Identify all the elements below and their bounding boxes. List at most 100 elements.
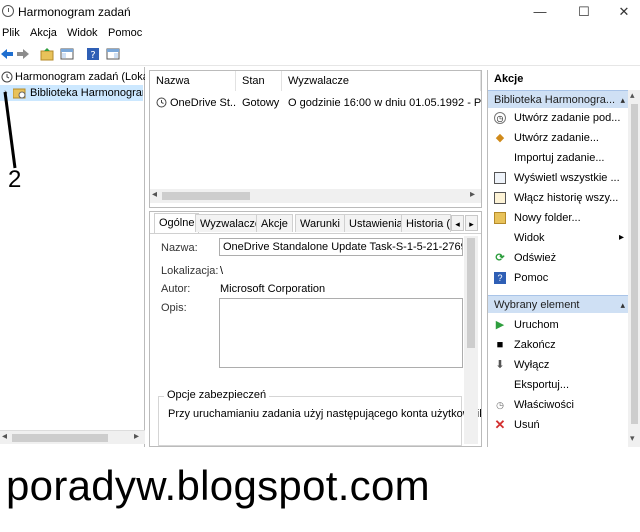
- close-button[interactable]: ✕: [604, 2, 640, 22]
- tree-horizontal-scrollbar[interactable]: ◂ ▸: [0, 430, 145, 444]
- details-vertical-scrollbar[interactable]: [464, 236, 478, 444]
- svg-text:?: ?: [90, 50, 95, 61]
- action-delete[interactable]: ✕ Usuń: [488, 415, 628, 435]
- scroll-down-icon[interactable]: ▾: [630, 433, 635, 444]
- tab-history[interactable]: Historia (w: [401, 214, 451, 232]
- action-label: Utwórz zadanie...: [514, 132, 599, 144]
- scroll-right-icon[interactable]: ▸: [470, 189, 475, 200]
- actions-vertical-scrollbar[interactable]: ▴ ▾: [628, 90, 640, 447]
- tree-scroll-thumb[interactable]: [12, 434, 108, 442]
- tab-settings[interactable]: Ustawienia: [344, 214, 408, 232]
- action-label: Odśwież: [514, 252, 557, 264]
- tab-scroll-left-icon[interactable]: ◂: [451, 215, 464, 231]
- location-value: \: [220, 265, 224, 277]
- scroll-right-icon[interactable]: ▸: [134, 431, 139, 442]
- column-status[interactable]: Stan: [236, 71, 282, 91]
- column-name[interactable]: Nazwa: [150, 71, 236, 91]
- action-label: Uruchom: [514, 319, 559, 331]
- list-window-icon: [494, 172, 506, 184]
- row-trigger: O godzinie 16:00 w dniu 01.05.1992 - Po …: [288, 97, 481, 109]
- action-new-folder[interactable]: Nowy folder...: [488, 208, 628, 228]
- column-triggers[interactable]: Wyzwalacze: [282, 71, 481, 91]
- location-label: Lokalizacja:: [161, 265, 219, 277]
- name-field[interactable]: OneDrive Standalone Update Task-S-1-5-21…: [219, 238, 463, 256]
- scroll-left-icon[interactable]: ◂: [152, 189, 157, 200]
- security-group: [158, 396, 462, 446]
- menu-bar: Plik Akcja Widok Pomoc: [0, 24, 640, 42]
- down-arrow-icon: ⬇: [495, 359, 505, 371]
- properties-clock-icon: ◷: [496, 400, 504, 410]
- tree-root[interactable]: Harmonogram zadań (Lokalny): [0, 69, 145, 85]
- history-log-icon: [494, 192, 506, 204]
- table-row[interactable]: OneDrive St... Gotowy O godzinie 16:00 w…: [150, 93, 481, 111]
- actions-header: Akcje: [494, 73, 524, 85]
- description-label: Opis:: [161, 302, 187, 314]
- scroll-left-icon[interactable]: ◂: [2, 431, 7, 442]
- action-import-task[interactable]: Importuj zadanie...: [488, 148, 628, 168]
- action-disable[interactable]: ⬇ Wyłącz: [488, 355, 628, 375]
- stop-icon: ■: [496, 339, 504, 351]
- action-label: Usuń: [514, 419, 540, 431]
- tree-root-label: Harmonogram zadań (Lokalny): [15, 71, 145, 83]
- show-hide-tree-icon[interactable]: [60, 47, 74, 61]
- action-enable-history[interactable]: Włącz historię wszy...: [488, 188, 628, 208]
- toolbar: ?: [0, 42, 640, 66]
- maximize-button[interactable]: ☐: [564, 2, 604, 22]
- minimize-button[interactable]: —: [520, 2, 560, 22]
- tab-scroll-right-icon[interactable]: ▸: [465, 215, 478, 231]
- watermark-text: poradyw.blogspot.com: [6, 462, 430, 509]
- section-library-label: Biblioteka Harmonogra...: [494, 94, 616, 106]
- row-status: Gotowy: [242, 97, 280, 109]
- action-help[interactable]: ? Pomoc: [488, 268, 628, 288]
- action-export[interactable]: Eksportuj...: [488, 375, 628, 395]
- tab-actions[interactable]: Akcje: [256, 214, 293, 232]
- task-icon: ◆: [495, 132, 505, 144]
- show-hide-actions-icon[interactable]: [106, 47, 120, 61]
- menu-file[interactable]: Plik: [2, 27, 20, 39]
- play-icon: ▶: [495, 319, 505, 331]
- action-label: Nowy folder...: [514, 212, 581, 224]
- action-create-basic-task[interactable]: ◷ Utwórz zadanie pod...: [488, 108, 628, 128]
- delete-x-icon: ✕: [494, 417, 506, 432]
- scroll-up-icon[interactable]: ▴: [630, 90, 635, 101]
- help-icon[interactable]: ?: [86, 47, 100, 61]
- tab-conditions[interactable]: Warunki: [295, 214, 345, 232]
- clock-wand-icon: ◷: [494, 112, 506, 124]
- menu-help[interactable]: Pomoc: [108, 27, 142, 39]
- action-run[interactable]: ▶ Uruchom: [488, 315, 628, 335]
- section-selected-item[interactable]: Wybrany element ▴: [488, 295, 628, 313]
- collapse-arrow-icon[interactable]: ▴: [620, 91, 625, 108]
- folder-icon: [494, 212, 506, 224]
- forward-arrow-icon[interactable]: [16, 47, 30, 61]
- description-field[interactable]: [219, 298, 463, 368]
- list-horizontal-scrollbar[interactable]: ◂ ▸: [150, 189, 481, 203]
- section-library[interactable]: Biblioteka Harmonogra... ▴: [488, 90, 628, 108]
- security-group-title: Opcje zabezpieczeń: [164, 389, 270, 401]
- action-properties[interactable]: ◷ Właściwości: [488, 395, 628, 415]
- action-label: Importuj zadanie...: [514, 152, 605, 164]
- author-value: Microsoft Corporation: [220, 283, 326, 295]
- section-selected-label: Wybrany element: [494, 299, 580, 311]
- tab-divider: [150, 233, 481, 234]
- action-create-task[interactable]: ◆ Utwórz zadanie...: [488, 128, 628, 148]
- action-display-all[interactable]: Wyświetl wszystkie ...: [488, 168, 628, 188]
- name-label: Nazwa:: [161, 242, 198, 254]
- list-scroll-thumb[interactable]: [162, 192, 250, 200]
- tab-general[interactable]: Ogólne: [154, 213, 200, 233]
- security-text: Przy uruchamianiu zadania użyj następują…: [168, 408, 482, 420]
- menu-view[interactable]: Widok: [67, 27, 98, 39]
- action-label: Pomoc: [514, 272, 549, 284]
- details-scroll-thumb[interactable]: [467, 238, 475, 348]
- help-icon: ?: [494, 272, 506, 284]
- action-refresh[interactable]: ⟳ Odśwież: [488, 248, 628, 268]
- back-arrow-icon[interactable]: [0, 47, 14, 61]
- menu-action[interactable]: Akcja: [30, 27, 57, 39]
- action-label: Widok: [514, 232, 545, 244]
- window-title: Harmonogram zadań: [18, 5, 131, 19]
- actions-scroll-thumb[interactable]: [631, 104, 638, 424]
- action-end[interactable]: ■ Zakończ: [488, 335, 628, 355]
- collapse-arrow-icon[interactable]: ▴: [620, 296, 625, 313]
- action-view[interactable]: Widok ▸: [488, 228, 628, 248]
- action-label: Utwórz zadanie pod...: [514, 112, 621, 124]
- folder-up-icon[interactable]: [40, 47, 54, 61]
